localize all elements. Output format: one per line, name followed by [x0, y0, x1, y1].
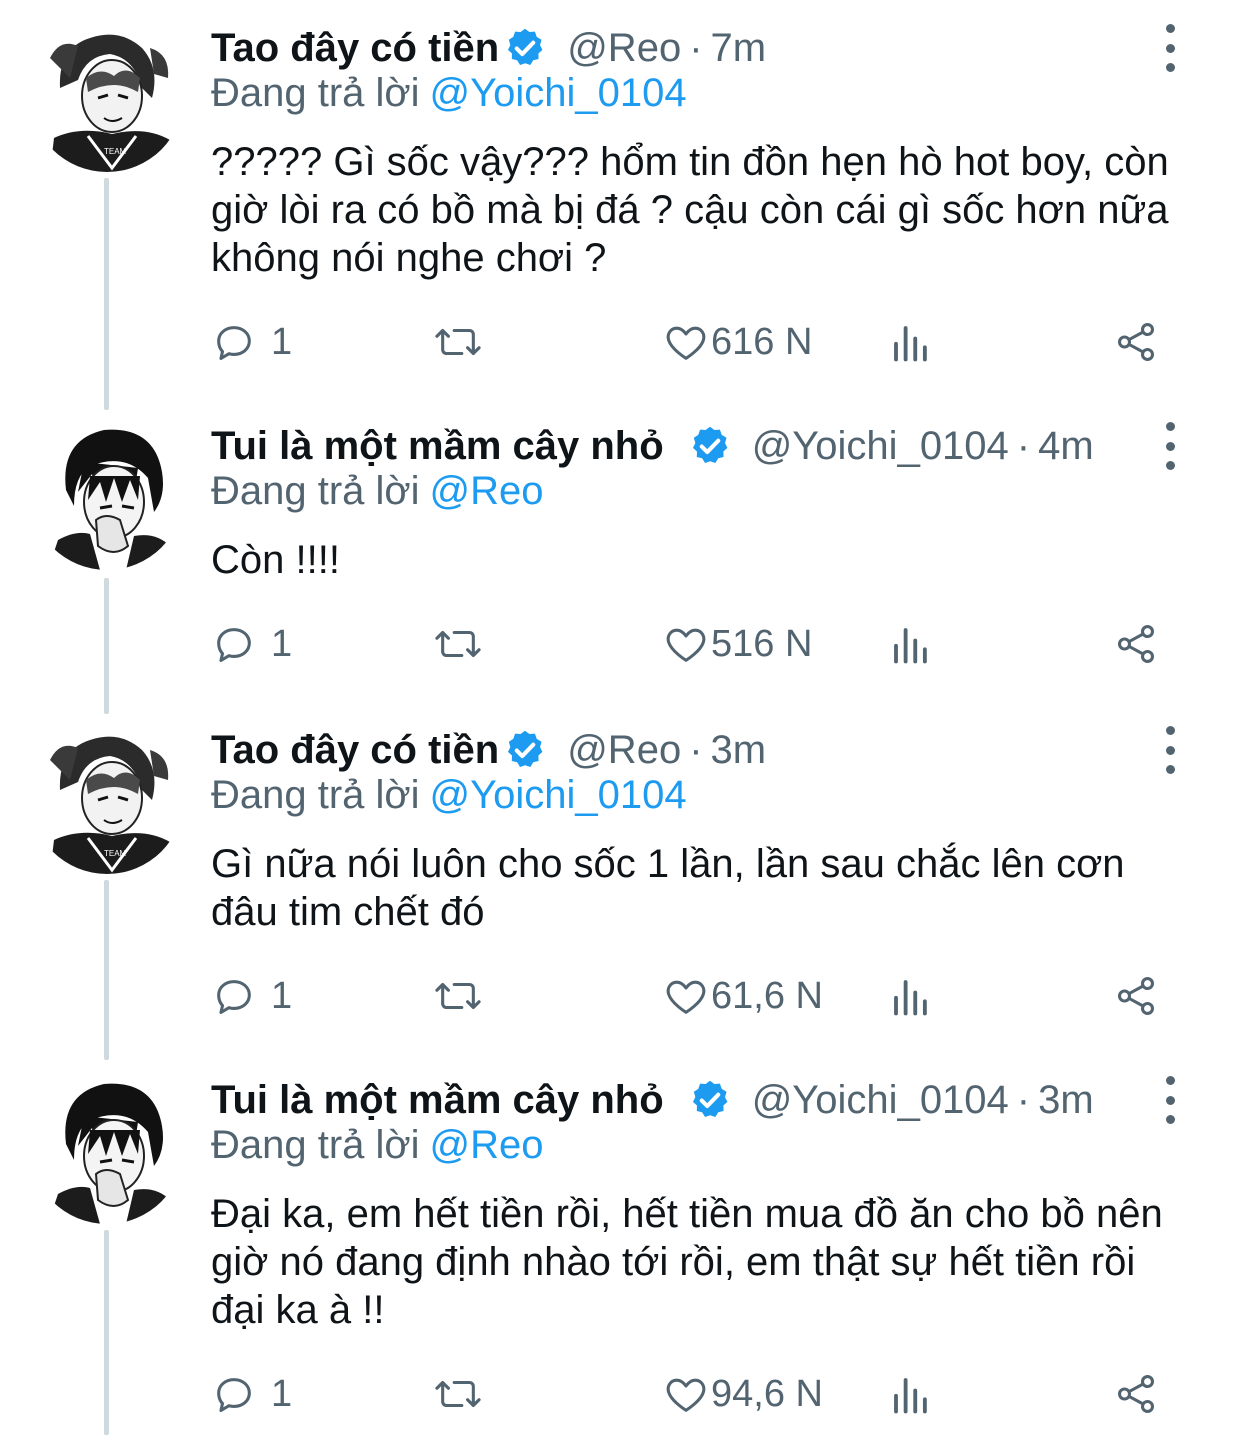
like-count: 61,6 N	[711, 974, 823, 1017]
svg-text:TEAM: TEAM	[104, 849, 127, 858]
share-button[interactable]	[1113, 1366, 1159, 1422]
tweet-text: Đại ka, em hết tiền rồi, hết tiền mua đồ…	[211, 1192, 1163, 1332]
more-vertical-icon[interactable]	[1158, 1076, 1182, 1124]
views-button[interactable]	[889, 968, 931, 1024]
tweet-text: Còn !!!!	[211, 538, 340, 582]
retweet-button[interactable]	[433, 616, 483, 672]
timestamp[interactable]: 3m	[711, 720, 767, 780]
reply-count: 1	[271, 1372, 293, 1415]
share-icon	[1113, 319, 1159, 365]
tweet-actions: 1 94,6 N	[211, 1366, 1171, 1422]
views-icon	[889, 1373, 931, 1415]
like-count: 94,6 N	[711, 1372, 823, 1415]
like-count: 516 N	[711, 622, 813, 665]
author-handle[interactable]: @Yoichi_0104	[752, 1070, 1009, 1130]
separator: ·	[1016, 424, 1031, 468]
heart-icon	[663, 319, 709, 365]
views-button[interactable]	[889, 616, 931, 672]
like-button[interactable]: 616 N	[663, 314, 812, 370]
share-button[interactable]	[1113, 314, 1159, 370]
thread-line	[104, 578, 109, 714]
views-button[interactable]	[889, 1366, 931, 1422]
replying-mention[interactable]: @Reo	[430, 469, 544, 513]
reply-button[interactable]: 1	[211, 616, 292, 672]
more-vertical-icon[interactable]	[1158, 422, 1182, 470]
tweet-actions: 1 516 N	[211, 616, 1171, 672]
like-button[interactable]: 516 N	[663, 616, 812, 672]
thread-line	[104, 880, 109, 1060]
more-vertical-icon[interactable]	[1158, 24, 1182, 72]
tweet-actions: 1 616 N	[211, 314, 1171, 370]
replying-label: Đang trả lời	[211, 469, 420, 513]
more-vertical-icon[interactable]	[1158, 726, 1182, 774]
separator: ·	[689, 728, 703, 772]
avatar[interactable]: TEAM	[30, 18, 184, 172]
heart-icon	[663, 973, 709, 1019]
avatar[interactable]	[30, 1070, 184, 1224]
replying-mention[interactable]: @Yoichi_0104	[430, 71, 687, 115]
separator: ·	[689, 26, 703, 70]
views-icon	[889, 623, 931, 665]
replying-mention[interactable]: @Reo	[430, 1123, 544, 1167]
views-icon	[889, 321, 931, 363]
retweet-icon	[433, 1371, 483, 1417]
retweet-icon	[433, 621, 483, 667]
reply-icon	[211, 621, 257, 667]
replying-to: Đang trả lời @Reo	[211, 1120, 544, 1170]
reply-button[interactable]: 1	[211, 1366, 292, 1422]
replying-mention[interactable]: @Yoichi_0104	[430, 773, 687, 817]
separator: ·	[1016, 1078, 1031, 1122]
reply-icon	[211, 973, 257, 1019]
timestamp[interactable]: 3m	[1038, 1070, 1094, 1130]
timestamp[interactable]: 7m	[711, 18, 767, 78]
verified-badge-icon	[503, 728, 547, 772]
like-button[interactable]: 61,6 N	[663, 968, 823, 1024]
verified-badge-icon	[688, 424, 732, 468]
retweet-icon	[433, 319, 483, 365]
author-handle[interactable]: @Yoichi_0104	[752, 416, 1009, 476]
reply-count: 1	[271, 320, 293, 363]
share-icon	[1113, 621, 1159, 667]
share-icon	[1113, 1371, 1159, 1417]
heart-icon	[663, 1371, 709, 1417]
retweet-button[interactable]	[433, 968, 483, 1024]
replying-to: Đang trả lời @Yoichi_0104	[211, 770, 687, 820]
tweet-actions: 1 61,6 N	[211, 968, 1171, 1024]
like-count: 616 N	[711, 320, 813, 363]
timestamp[interactable]: 4m	[1038, 416, 1094, 476]
replying-to: Đang trả lời @Reo	[211, 466, 544, 516]
heart-icon	[663, 621, 709, 667]
replying-to: Đang trả lời @Yoichi_0104	[211, 68, 687, 118]
reply-icon	[211, 1371, 257, 1417]
verified-badge-icon	[503, 26, 547, 70]
tweet-text: ????? Gì sốc vậy??? hổm tin đồn hẹn hò h…	[211, 140, 1169, 280]
views-button[interactable]	[889, 314, 931, 370]
reply-icon	[211, 319, 257, 365]
replying-label: Đang trả lời	[211, 1123, 420, 1167]
share-icon	[1113, 973, 1159, 1019]
reply-button[interactable]: 1	[211, 314, 292, 370]
share-button[interactable]	[1113, 616, 1159, 672]
like-button[interactable]: 94,6 N	[663, 1366, 823, 1422]
reply-button[interactable]: 1	[211, 968, 292, 1024]
retweet-icon	[433, 973, 483, 1019]
replying-label: Đang trả lời	[211, 71, 420, 115]
thread-line	[104, 1230, 109, 1435]
tweet-text: Gì nữa nói luôn cho sốc 1 lần, lần sau c…	[211, 842, 1125, 934]
avatar[interactable]: TEAM	[30, 720, 184, 874]
replying-label: Đang trả lời	[211, 773, 420, 817]
reply-count: 1	[271, 974, 293, 1017]
svg-text:TEAM: TEAM	[104, 147, 127, 156]
share-button[interactable]	[1113, 968, 1159, 1024]
avatar[interactable]	[30, 416, 184, 570]
verified-badge-icon	[688, 1078, 732, 1122]
views-icon	[889, 975, 931, 1017]
reply-count: 1	[271, 622, 293, 665]
retweet-button[interactable]	[433, 314, 483, 370]
thread-line	[104, 178, 109, 410]
retweet-button[interactable]	[433, 1366, 483, 1422]
